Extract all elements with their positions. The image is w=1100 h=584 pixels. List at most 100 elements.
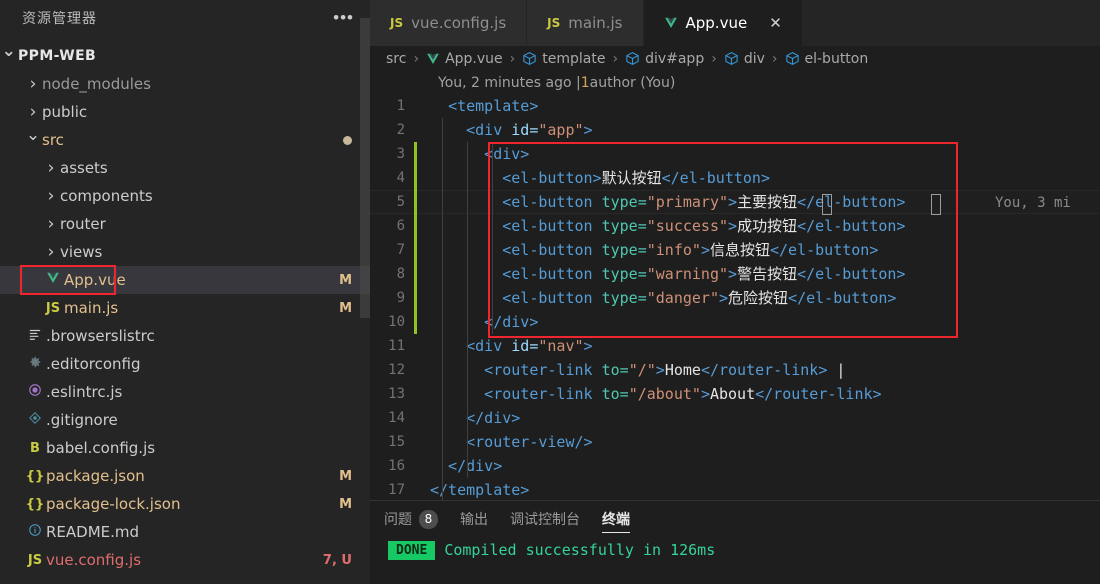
- breadcrumb-item-div[interactable]: div: [724, 51, 765, 67]
- panel-tabs: 问题 8 输出 调试控制台 终端: [370, 501, 1100, 537]
- code-token: </div>: [430, 456, 503, 475]
- tree-item-views[interactable]: views: [0, 238, 370, 266]
- tree-root-ppm-web[interactable]: PPM-WEB: [0, 42, 370, 70]
- code-line-text: <el-button type="success">成功按钮</el-butto…: [417, 215, 905, 236]
- code-line[interactable]: 17 </template>: [370, 478, 1100, 501]
- code-token: </el-button>: [769, 241, 879, 260]
- bottom-panel: 问题 8 输出 调试控制台 终端 DONE Compiled successfully …: [370, 500, 1100, 584]
- code-line[interactable]: 2 <div id="app">: [370, 118, 1100, 142]
- chevron-right-icon[interactable]: [42, 158, 60, 178]
- panel-tab-0[interactable]: 问题 8: [384, 501, 438, 537]
- editor-tab-app-vue[interactable]: App.vue ✕: [643, 0, 803, 46]
- code-token: type=: [601, 241, 647, 260]
- panel-tab-label: 问题: [384, 512, 412, 529]
- tree-item--editorconfig[interactable]: .editorconfig: [0, 350, 370, 378]
- code-token: >: [700, 241, 710, 260]
- tree-item-router[interactable]: router: [0, 210, 370, 238]
- tab-label: App.vue: [685, 13, 748, 32]
- tree-item-vue-config-js[interactable]: JS vue.config.js 7, U: [0, 546, 370, 574]
- line-number: 12: [388, 361, 405, 378]
- tree-item-public[interactable]: public: [0, 98, 370, 126]
- code-token: to=: [601, 384, 629, 403]
- panel-tab-label: 调试控制台: [510, 512, 580, 529]
- editor-tab-vue-config-js[interactable]: JS vue.config.js: [370, 0, 528, 46]
- tree-item-readme-md[interactable]: README.md: [0, 518, 370, 546]
- babel-file-icon: B: [30, 440, 40, 456]
- git-status-badge: M: [339, 300, 352, 316]
- chevron-down-icon[interactable]: [24, 130, 42, 150]
- tree-item-src[interactable]: src: [0, 126, 370, 154]
- code-token: <div: [430, 120, 512, 139]
- code-line[interactable]: 3 <div>: [370, 141, 1100, 166]
- line-number: 9: [396, 289, 405, 306]
- tree-item--gitignore[interactable]: .gitignore: [0, 406, 370, 434]
- code-line[interactable]: 15 <router-view/>: [370, 430, 1100, 454]
- code-line[interactable]: 1 <template>: [370, 94, 1100, 118]
- tree-item-label: App.vue: [64, 271, 126, 289]
- breadcrumb-item-el-button[interactable]: el-button: [785, 51, 868, 67]
- tree-item--eslintrc-js[interactable]: .eslintrc.js: [0, 378, 370, 406]
- chevron-right-icon[interactable]: [42, 214, 60, 234]
- chevron-right-icon[interactable]: [24, 102, 42, 122]
- tree-item-label: vue.config.js: [46, 551, 142, 569]
- panel-tab-2[interactable]: 调试控制台: [510, 501, 580, 537]
- tree-item--browserslistrc[interactable]: .browserslistrc: [0, 322, 370, 350]
- code-line[interactable]: 7 <el-button type="info">信息按钮</el-button…: [370, 237, 1100, 262]
- line-number: 10: [388, 313, 405, 330]
- code-line[interactable]: 8 <el-button type="warning">警告按钮</el-but…: [370, 261, 1100, 286]
- line-number: 17: [388, 481, 405, 498]
- code-line[interactable]: 16 </div>: [370, 454, 1100, 478]
- code-token: "/about": [628, 384, 701, 403]
- code-token: </el-button>: [661, 169, 770, 188]
- js-file-icon: JS: [390, 15, 404, 30]
- chevron-down-icon[interactable]: [0, 46, 18, 66]
- code-token: "warning": [646, 265, 729, 284]
- line-number: 7: [396, 241, 405, 258]
- panel-tab-1[interactable]: 输出: [460, 501, 488, 537]
- vue-file-icon: [426, 52, 440, 66]
- code-line[interactable]: 12 <router-link to="/">Home</router-link…: [370, 358, 1100, 382]
- panel-tab-3[interactable]: 终端: [602, 501, 630, 537]
- tree-item-assets[interactable]: assets: [0, 154, 370, 182]
- tree-item-main-js[interactable]: JS main.js M: [0, 294, 370, 322]
- code-token: id=: [511, 120, 539, 139]
- code-token: <div>: [430, 144, 530, 163]
- tree-item-babel-config-js[interactable]: Bbabel.config.js: [0, 434, 370, 462]
- tab-label: main.js: [568, 13, 623, 32]
- editor-tab-main-js[interactable]: JS main.js: [527, 0, 644, 46]
- code-line[interactable]: 9 <el-button type="danger">危险按钮</el-butt…: [370, 285, 1100, 310]
- tree-item-label: package-lock.json: [46, 495, 181, 513]
- code-line[interactable]: 14 </div>: [370, 406, 1100, 430]
- breadcrumb-item-app-vue[interactable]: App.vue: [426, 51, 503, 67]
- code-token: |: [827, 360, 846, 379]
- breadcrumb-item-src[interactable]: src: [386, 51, 406, 67]
- code-line[interactable]: 11 <div id="nav">: [370, 334, 1100, 358]
- sidebar-scrollbar[interactable]: [360, 18, 370, 318]
- code-line[interactable]: 13 <router-link to="/about">About</route…: [370, 382, 1100, 406]
- tree-item-package-lock-json[interactable]: {} package-lock.json M: [0, 490, 370, 518]
- code-token: <el-button: [430, 265, 602, 284]
- code-line[interactable]: 5 <el-button type="primary">主要按钮</el-but…: [370, 189, 1100, 214]
- code-editor[interactable]: 1 <template> 2 <div id="app"> 3 <div> 4 <el…: [370, 93, 1100, 501]
- tree-item-node-modules[interactable]: node_modules: [0, 70, 370, 98]
- chevron-right-icon[interactable]: [42, 186, 60, 206]
- tree-item-label: babel.config.js: [46, 439, 156, 457]
- code-token: id=: [511, 336, 539, 355]
- symbol-cube-icon: [785, 51, 800, 66]
- close-icon[interactable]: ✕: [769, 14, 782, 32]
- tree-item-components[interactable]: components: [0, 182, 370, 210]
- chevron-right-icon[interactable]: [42, 242, 60, 262]
- code-line[interactable]: 4 <el-button>默认按钮</el-button>: [370, 165, 1100, 190]
- more-actions-icon[interactable]: •••: [333, 9, 354, 26]
- breadcrumb-item-template[interactable]: template: [522, 51, 605, 67]
- code-token: <router-link: [430, 360, 602, 379]
- tree-item-package-json[interactable]: {} package.json M: [0, 462, 370, 490]
- tree-item-label: router: [60, 215, 106, 233]
- code-token: >: [583, 120, 593, 139]
- breadcrumb-item-div-app[interactable]: div#app: [625, 51, 704, 67]
- chevron-right-icon[interactable]: [24, 74, 42, 94]
- code-line[interactable]: 6 <el-button type="success">成功按钮</el-but…: [370, 213, 1100, 238]
- tree-item-app-vue[interactable]: App.vue M: [0, 266, 370, 294]
- code-line[interactable]: 10 </div>: [370, 309, 1100, 334]
